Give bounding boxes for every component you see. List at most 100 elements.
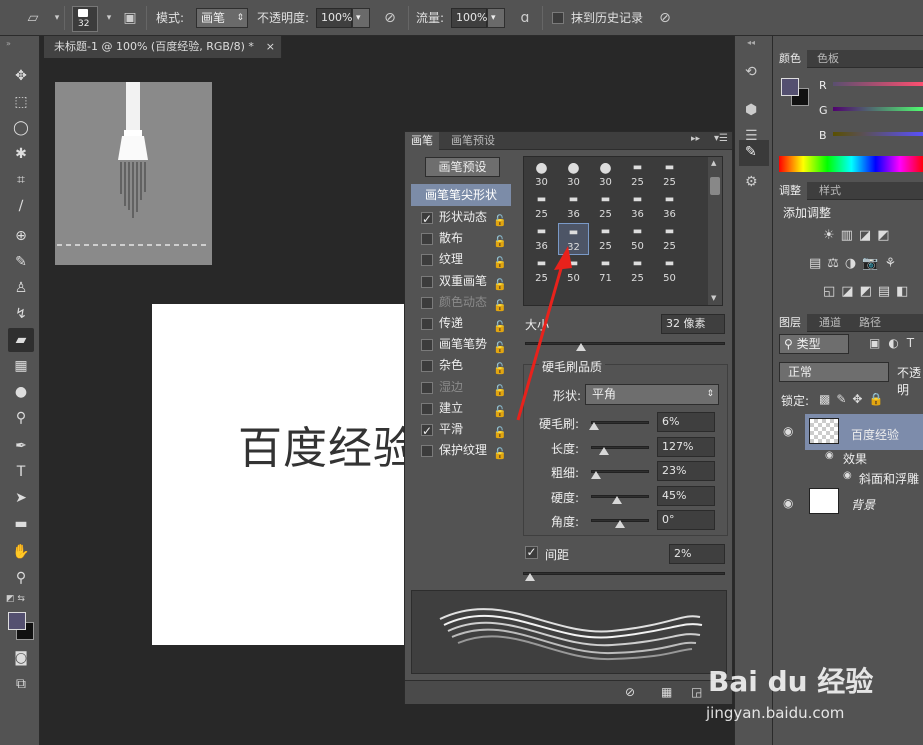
spacing-input[interactable]: 2% — [669, 544, 725, 564]
collapse-icon[interactable]: » — [6, 39, 11, 48]
flow-dropdown-icon[interactable]: ▾ — [487, 8, 505, 28]
tab-swatches[interactable]: 色板 — [811, 50, 845, 68]
bristle-shape-select[interactable]: 平角 ⇕ — [585, 384, 719, 405]
bristle-slider-track[interactable] — [591, 421, 649, 424]
blur-tool-icon[interactable]: ● — [8, 380, 34, 404]
collapse-icon[interactable]: ▸▸ — [691, 134, 700, 144]
brush-option-item[interactable]: 颜色动态 🔓 — [411, 292, 511, 313]
adjustment-icons-row-2[interactable]: ▤⚖◑📷⚘ — [809, 256, 902, 271]
tab-layers[interactable]: 图层 — [773, 314, 807, 332]
brush-option-checkbox[interactable] — [421, 296, 433, 309]
adjustment-icons-row-1[interactable]: ☀▥◪◩ — [823, 228, 896, 243]
brush-tip-cell[interactable]: ▬ 25 — [622, 255, 653, 287]
brush-option-checkbox[interactable] — [421, 421, 433, 442]
tab-brush-presets[interactable]: 画笔预设 — [445, 132, 501, 150]
brush-presets-button[interactable]: 画笔预设 — [425, 157, 500, 177]
foreground-color-swatch[interactable] — [8, 612, 26, 630]
brush-option-checkbox[interactable] — [421, 275, 433, 288]
size-input[interactable]: 32 像素 — [661, 314, 725, 334]
brush-option-checkbox[interactable] — [421, 233, 433, 246]
tab-styles[interactable]: 样式 — [813, 182, 847, 200]
new-brush-icon[interactable]: ◲ — [691, 685, 702, 699]
eraser-tool-icon[interactable]: ▱ — [24, 9, 42, 27]
tip-grid-scrollbar[interactable]: ▲ ▼ — [708, 157, 722, 305]
marquee-tool-icon[interactable]: ⬚ — [8, 90, 34, 114]
brush-option-item[interactable]: 纹理 🔓 — [411, 249, 511, 270]
scroll-up-icon[interactable]: ▲ — [711, 159, 716, 167]
magic-wand-icon[interactable]: ✱ — [8, 142, 34, 166]
bristle-value-input[interactable]: 45% — [657, 485, 715, 506]
brush-grid-icon[interactable]: ▦ — [661, 685, 672, 699]
spacing-slider-thumb[interactable] — [525, 573, 536, 581]
brush-tip-shape-item[interactable]: 画笔笔尖形状 — [411, 184, 511, 206]
airbrush-icon[interactable]: ɑ — [516, 9, 534, 27]
brush-option-checkbox[interactable] — [421, 360, 433, 373]
brush-tip-cell[interactable]: ▬ 25 — [526, 191, 557, 223]
brush-tool-icon[interactable]: ✎ — [8, 250, 34, 274]
bristle-slider-thumb[interactable] — [615, 520, 625, 528]
crop-tool-icon[interactable]: ⌗ — [8, 168, 34, 192]
brush-option-item[interactable]: 传递 🔓 — [411, 313, 511, 334]
lock-icons[interactable]: ▩✎✥🔒 — [819, 392, 889, 406]
flow-input[interactable]: 100% — [451, 8, 487, 28]
eyedropper-icon[interactable]: ∕ — [8, 194, 34, 218]
brush-option-item[interactable]: 画笔笔势 🔓 — [411, 334, 511, 355]
bristle-value-input[interactable]: 0° — [657, 510, 715, 530]
brush-option-checkbox[interactable] — [421, 402, 433, 415]
foreground-color-swatch[interactable] — [781, 78, 799, 96]
r-slider[interactable] — [833, 82, 923, 86]
brush-panel-icon[interactable]: ✎ — [745, 144, 757, 160]
scroll-thumb[interactable] — [710, 177, 720, 195]
brush-option-checkbox[interactable] — [421, 445, 433, 458]
brush-option-item[interactable]: 湿边 🔓 — [411, 377, 511, 398]
brush-tip-cell[interactable]: ▬ 25 — [654, 223, 685, 255]
pen-tool-icon[interactable]: ✒ — [8, 434, 34, 458]
bristle-value-input[interactable]: 127% — [657, 436, 715, 457]
history-brush-icon[interactable]: ↯ — [8, 302, 34, 326]
toggle-live-tip-icon[interactable]: ⊘ — [625, 685, 635, 699]
effects-eye-icon[interactable]: ◉ — [825, 450, 834, 461]
gradient-tool-icon[interactable]: ▦ — [8, 354, 34, 378]
bristle-slider-thumb[interactable] — [590, 471, 601, 479]
blend-mode-select[interactable]: 正常 — [779, 362, 889, 382]
brush-option-item[interactable]: 保护纹理 🔓 — [411, 440, 511, 461]
spacing-checkbox[interactable]: ✓ — [525, 546, 538, 559]
type-tool-icon[interactable]: T — [8, 460, 34, 484]
shape-tool-icon[interactable]: ▬ — [8, 512, 34, 536]
tab-brush[interactable]: 画笔 — [405, 132, 439, 150]
document-tab[interactable]: 未标题-1 @ 100% (百度经验, RGB/8) * × — [44, 36, 282, 58]
brush-tip-cell[interactable]: ▬ 25 — [590, 191, 621, 223]
tab-color[interactable]: 颜色 — [773, 50, 807, 68]
erase-history-checkbox[interactable] — [552, 12, 564, 24]
scroll-down-icon[interactable]: ▼ — [711, 294, 716, 302]
brush-option-checkbox[interactable] — [421, 209, 433, 230]
stamp-tool-icon[interactable]: ♙ — [8, 276, 34, 300]
brush-panel-toggle-icon[interactable]: ▣ — [121, 9, 139, 27]
effect-eye-icon[interactable]: ◉ — [843, 470, 852, 481]
brush-tip-cell[interactable]: ▬ 50 — [654, 255, 685, 287]
opacity-dropdown-icon[interactable]: ▾ — [352, 8, 370, 28]
brush-option-item[interactable]: 形状动态🔓 — [411, 207, 511, 230]
brush-option-checkbox[interactable] — [421, 381, 433, 394]
bristle-value-input[interactable]: 6% — [657, 412, 715, 432]
brush-option-checkbox[interactable] — [421, 339, 433, 352]
healing-brush-icon[interactable]: ⊕ — [8, 224, 34, 248]
hand-tool-icon[interactable]: ✋ — [8, 540, 34, 564]
brush-tip-cell[interactable]: ▬ 50 — [622, 223, 653, 255]
layer-kind-filter[interactable]: ⚲ 类型 — [779, 334, 849, 354]
brush-tip-cell[interactable]: ▬ 25 — [654, 159, 685, 191]
quick-mask-icon[interactable]: ◙ — [8, 646, 34, 670]
bristle-slider-thumb[interactable] — [598, 446, 609, 455]
brush-tip-cell[interactable]: ● 30 — [590, 159, 621, 191]
zoom-tool-icon[interactable]: ⚲ — [8, 566, 34, 590]
pressure-opacity-icon[interactable]: ⊘ — [381, 9, 399, 27]
layer-name-background[interactable]: 背景 — [851, 496, 875, 513]
dodge-tool-icon[interactable]: ⚲ — [8, 406, 34, 430]
layer-name-baidu[interactable]: 百度经验 — [851, 426, 899, 443]
b-slider[interactable] — [833, 132, 923, 136]
collapse-icon[interactable]: ◂◂ — [747, 38, 755, 47]
spacing-slider-track[interactable] — [523, 572, 725, 575]
tab-channels[interactable]: 通道 — [813, 314, 847, 332]
path-selection-icon[interactable]: ➤ — [8, 486, 34, 510]
bristle-slider-thumb[interactable] — [589, 422, 600, 430]
